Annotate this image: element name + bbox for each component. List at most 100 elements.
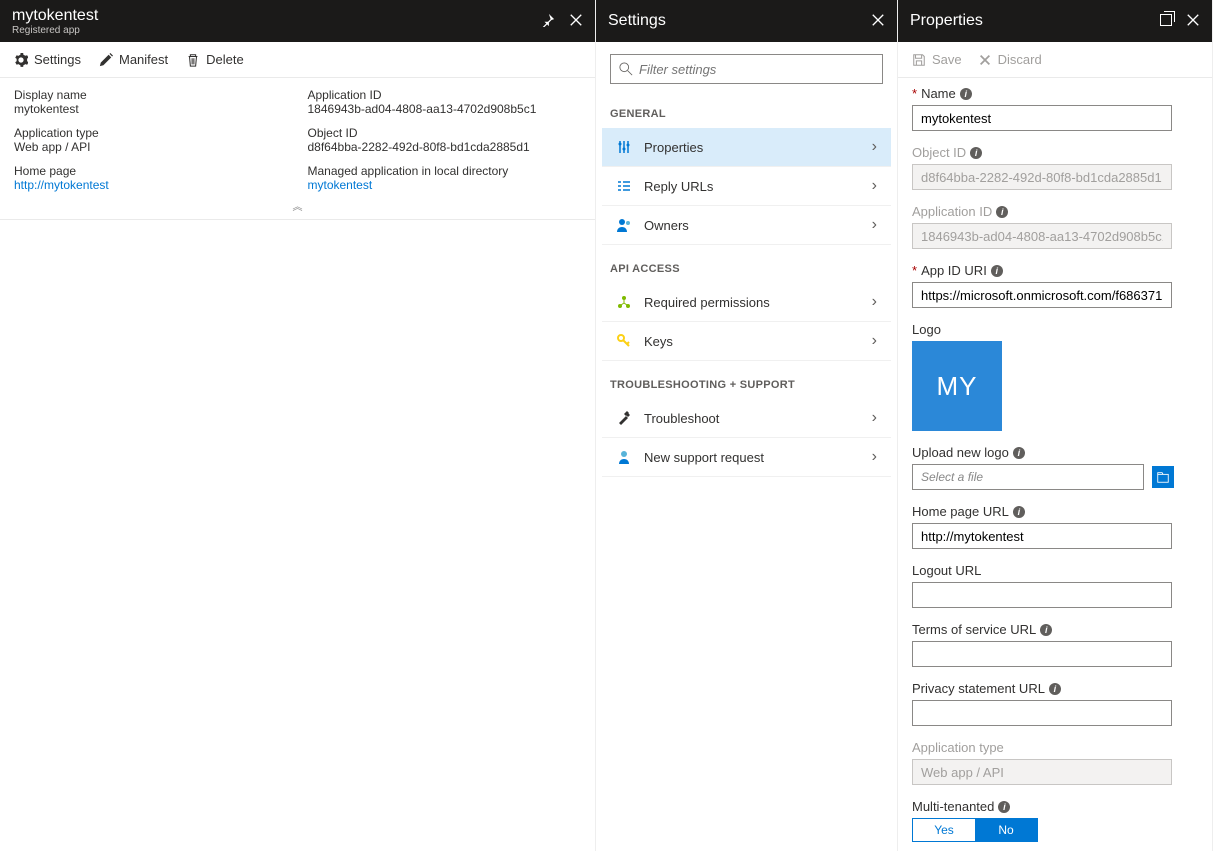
app-type-label: Application type	[14, 126, 288, 140]
menu-label: New support request	[644, 450, 860, 465]
info-icon[interactable]: i	[970, 147, 982, 159]
app-type-input	[912, 759, 1172, 785]
upload-label: Upload new logo	[912, 445, 1009, 460]
manifest-button[interactable]: Manifest	[99, 52, 168, 67]
delete-label: Delete	[206, 52, 244, 67]
menu-owners[interactable]: Owners ›	[602, 206, 891, 245]
pin-icon[interactable]	[541, 13, 555, 30]
display-name-label: Display name	[14, 88, 288, 102]
menu-label: Properties	[644, 140, 860, 155]
menu-label: Required permissions	[644, 295, 860, 310]
sliders-icon	[616, 139, 632, 155]
properties-blade-title: Properties	[910, 12, 1160, 30]
close-icon[interactable]	[1186, 13, 1200, 30]
maximize-icon[interactable]	[1160, 13, 1172, 30]
filter-settings-search[interactable]	[610, 54, 883, 84]
object-id-input	[912, 164, 1172, 190]
managed-app-link[interactable]: mytokentest	[308, 178, 582, 192]
gear-icon	[14, 53, 28, 67]
save-button[interactable]: Save	[912, 52, 962, 67]
chevron-right-icon: ›	[872, 177, 877, 195]
section-general: GENERAL	[596, 90, 897, 128]
menu-label: Troubleshoot	[644, 411, 860, 426]
section-trouble: TROUBLESHOOTING + SUPPORT	[596, 361, 897, 399]
object-id-value: d8f64bba-2282-492d-80f8-bd1cda2885d1	[308, 140, 582, 154]
chevron-right-icon: ›	[872, 448, 877, 466]
app-id-uri-label: App ID URI	[921, 263, 987, 278]
managed-app-label: Managed application in local directory	[308, 164, 582, 178]
info-icon[interactable]: i	[1049, 683, 1061, 695]
save-icon	[912, 53, 926, 67]
filter-input[interactable]	[639, 62, 874, 77]
logout-url-input[interactable]	[912, 582, 1172, 608]
info-icon[interactable]: i	[996, 206, 1008, 218]
pencil-icon	[99, 53, 113, 67]
multi-tenant-label: Multi-tenanted	[912, 799, 994, 814]
delete-button[interactable]: Delete	[186, 52, 244, 67]
info-icon[interactable]: i	[1013, 447, 1025, 459]
home-url-label: Home page URL	[912, 504, 1009, 519]
browse-file-button[interactable]	[1152, 466, 1174, 488]
search-icon	[619, 62, 633, 76]
menu-label: Reply URLs	[644, 179, 860, 194]
toggle-yes[interactable]: Yes	[913, 819, 975, 841]
owners-icon	[616, 217, 632, 233]
tos-label: Terms of service URL	[912, 622, 1036, 637]
privacy-label: Privacy statement URL	[912, 681, 1045, 696]
wrench-icon	[616, 410, 632, 426]
menu-troubleshoot[interactable]: Troubleshoot ›	[602, 399, 891, 438]
close-icon[interactable]	[871, 13, 885, 30]
section-api: API ACCESS	[596, 245, 897, 283]
support-icon	[616, 449, 632, 465]
blade-header-properties: Properties	[898, 0, 1212, 42]
info-icon[interactable]: i	[960, 88, 972, 100]
upload-file-input[interactable]: Select a file	[912, 464, 1144, 490]
chevron-right-icon: ›	[872, 138, 877, 156]
menu-keys[interactable]: Keys ›	[602, 322, 891, 361]
info-icon[interactable]: i	[1040, 624, 1052, 636]
settings-blade-title: Settings	[608, 12, 871, 30]
logo-label: Logo	[912, 322, 941, 337]
home-url-input[interactable]	[912, 523, 1172, 549]
info-icon[interactable]: i	[1013, 506, 1025, 518]
app-id-uri-input[interactable]	[912, 282, 1172, 308]
info-icon[interactable]: i	[998, 801, 1010, 813]
info-icon[interactable]: i	[991, 265, 1003, 277]
discard-label: Discard	[998, 52, 1042, 67]
app-id-label: Application ID	[308, 88, 582, 102]
blade-subtitle: Registered app	[12, 25, 541, 36]
settings-label: Settings	[34, 52, 81, 67]
chevron-right-icon: ›	[872, 409, 877, 427]
blade-header-settings: Settings	[596, 0, 897, 42]
collapse-essentials-button[interactable]: ︽	[14, 198, 581, 213]
tos-input[interactable]	[912, 641, 1172, 667]
menu-properties[interactable]: Properties ›	[602, 128, 891, 167]
app-type-value: Web app / API	[14, 140, 288, 154]
menu-label: Keys	[644, 334, 860, 349]
folder-icon	[1156, 470, 1170, 484]
trash-icon	[186, 53, 200, 67]
permissions-icon	[616, 294, 632, 310]
list-icon	[616, 178, 632, 194]
close-icon[interactable]	[569, 13, 583, 30]
settings-button[interactable]: Settings	[14, 52, 81, 67]
home-page-link[interactable]: http://mytokentest	[14, 178, 288, 192]
object-id-label: Object ID	[308, 126, 582, 140]
chevron-right-icon: ›	[872, 332, 877, 350]
manifest-label: Manifest	[119, 52, 168, 67]
display-name-value: mytokentest	[14, 102, 288, 116]
essentials-panel: Display name mytokentest Application ID …	[0, 78, 595, 220]
toggle-no[interactable]: No	[975, 819, 1037, 841]
blade-header-app: mytokentest Registered app	[0, 0, 595, 42]
discard-button[interactable]: Discard	[978, 52, 1042, 67]
name-input[interactable]	[912, 105, 1172, 131]
menu-required-permissions[interactable]: Required permissions ›	[602, 283, 891, 322]
save-label: Save	[932, 52, 962, 67]
object-id-label: Object ID	[912, 145, 966, 160]
multi-tenant-toggle[interactable]: Yes No	[912, 818, 1038, 842]
privacy-input[interactable]	[912, 700, 1172, 726]
chevron-right-icon: ›	[872, 293, 877, 311]
app-id-input	[912, 223, 1172, 249]
menu-new-support[interactable]: New support request ›	[602, 438, 891, 477]
menu-reply-urls[interactable]: Reply URLs ›	[602, 167, 891, 206]
